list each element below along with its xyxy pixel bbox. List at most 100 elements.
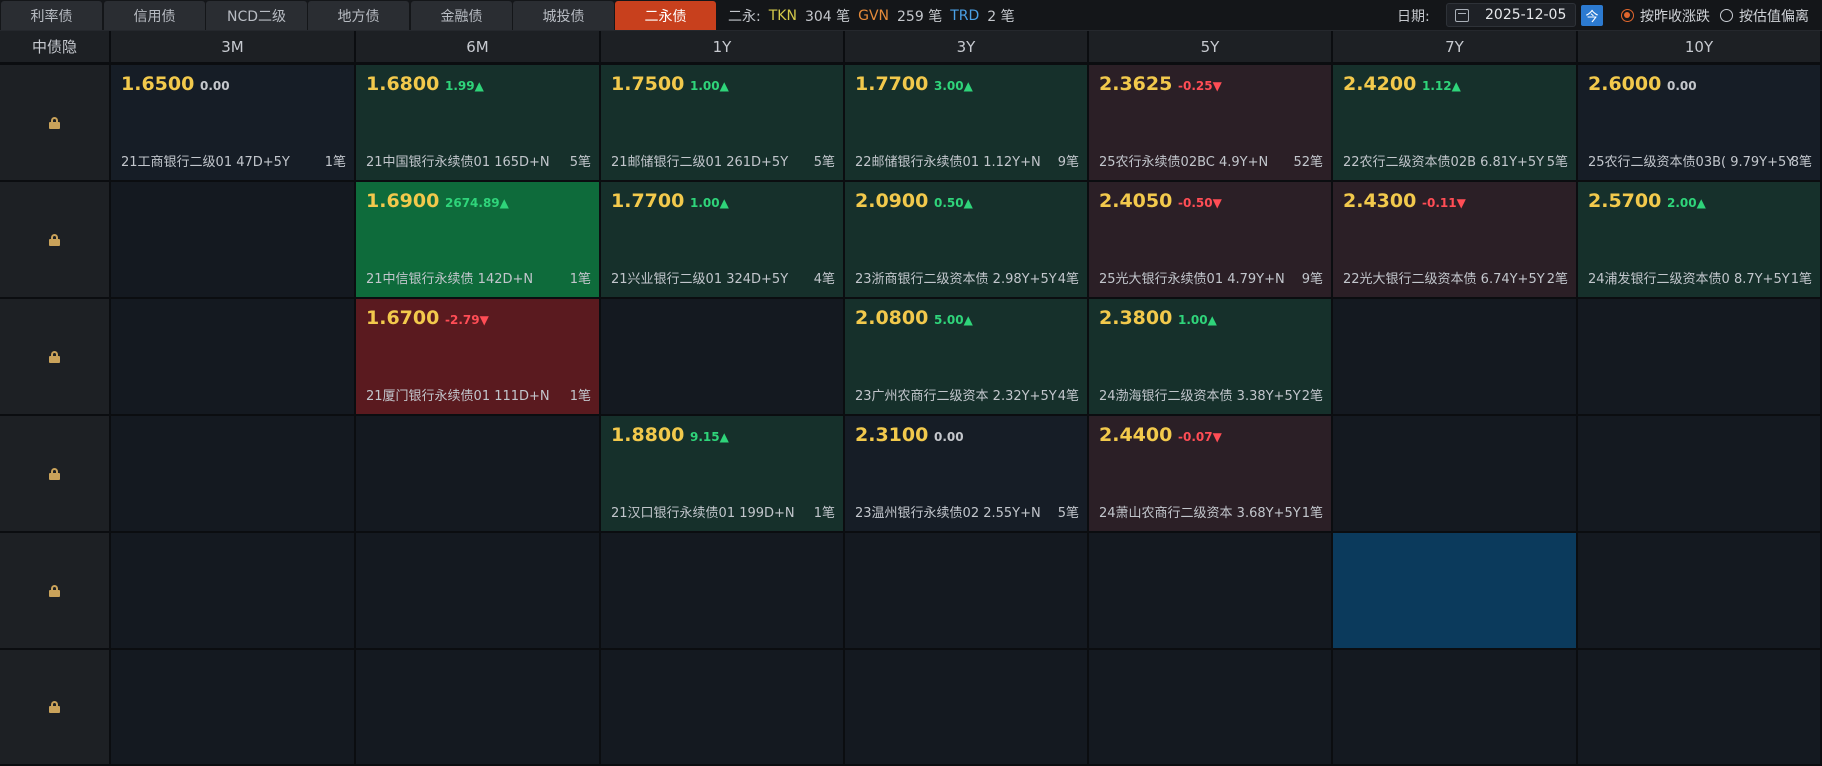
empty-cell[interactable]: [1089, 533, 1333, 650]
change-value: 9.15▲: [690, 430, 729, 444]
quote-cell[interactable]: 2.0800 5.00▲ 23广州农商行二级资本 2.32Y+5Y 4笔: [845, 299, 1089, 416]
quote-cell[interactable]: 1.6900 2674.89▲ 21中信银行永续债 142D+N 1笔: [356, 182, 601, 299]
trade-count: 2笔: [1546, 272, 1568, 287]
row-lock-cell[interactable]: [0, 650, 111, 766]
empty-cell[interactable]: [601, 650, 845, 766]
trade-count: 5笔: [1057, 506, 1079, 521]
row-lock-cell[interactable]: [0, 65, 111, 182]
quote-cell[interactable]: 1.6800 1.99▲ 21中国银行永续债01 165D+N 5笔: [356, 65, 601, 182]
empty-cell[interactable]: [111, 416, 356, 533]
quote-cell[interactable]: 1.6700 -2.79▼ 21厦门银行永续债01 111D+N 1笔: [356, 299, 601, 416]
column-header-3Y[interactable]: 3Y: [845, 31, 1089, 64]
row-lock-cell[interactable]: [0, 299, 111, 416]
empty-cell[interactable]: [111, 650, 356, 766]
radio-change-vs-prev-close[interactable]: 按昨收涨跌: [1621, 0, 1710, 31]
quote-cell[interactable]: 1.7700 3.00▲ 22邮储银行永续债01 1.12Y+N 9笔: [845, 65, 1089, 182]
trd-count: 2 笔: [987, 8, 1015, 25]
tab-3[interactable]: 地方债: [308, 1, 409, 30]
quote-cell[interactable]: 2.4300 -0.11▼ 22光大银行二级资本债 6.74Y+5Y 2笔: [1333, 182, 1578, 299]
trade-count: 1笔: [1790, 272, 1812, 287]
yield-value: 2.5700: [1588, 190, 1662, 212]
quote-cell[interactable]: 2.4200 1.12▲ 22农行二级资本债02B 6.81Y+5Y 5笔: [1333, 65, 1578, 182]
change-value: -0.07▼: [1178, 430, 1222, 444]
tkn-label: TKN: [768, 7, 797, 24]
trade-count: 9笔: [1301, 272, 1323, 287]
change-value: 1.00▲: [1178, 313, 1217, 327]
tab-4[interactable]: 金融债: [411, 1, 512, 30]
change-value: 0.00: [1667, 79, 1697, 93]
bond-name: 21邮储银行二级01 261D+5Y: [611, 155, 789, 170]
trd-label: TRD: [950, 7, 980, 24]
quote-cell[interactable]: 1.6500 0.00 21工商银行二级01 47D+5Y 1笔: [111, 65, 356, 182]
row-lock-cell[interactable]: [0, 416, 111, 533]
empty-cell[interactable]: [1333, 650, 1578, 766]
yield-value: 1.6800: [366, 73, 440, 95]
empty-cell[interactable]: [1578, 416, 1822, 533]
empty-cell[interactable]: [601, 533, 845, 650]
bond-name: 22光大银行二级资本债 6.74Y+5Y: [1343, 272, 1545, 287]
quote-cell[interactable]: 2.6000 0.00 25农行二级资本债03B( 9.79Y+5Y 8笔: [1578, 65, 1822, 182]
tab-5[interactable]: 城投债: [513, 1, 614, 30]
bond-name: 24渤海银行二级资本债 3.38Y+5Y: [1099, 389, 1301, 404]
yield-value: 1.6900: [366, 190, 440, 212]
trade-count: 1笔: [569, 389, 591, 404]
empty-cell[interactable]: [111, 533, 356, 650]
quote-cell[interactable]: 1.7500 1.00▲ 21邮储银行二级01 261D+5Y 5笔: [601, 65, 845, 182]
column-header-6M[interactable]: 6M: [356, 31, 601, 64]
empty-cell[interactable]: [1578, 650, 1822, 766]
tkn-count: 304 笔: [804, 8, 851, 25]
quote-cell[interactable]: 1.8800 9.15▲ 21汉口银行永续债01 199D+N 1笔: [601, 416, 845, 533]
summary-prefix: 二永:: [728, 8, 761, 25]
row-lock-cell[interactable]: [0, 182, 111, 299]
bond-name: 21中国银行永续债01 165D+N: [366, 155, 550, 170]
column-header-7Y[interactable]: 7Y: [1333, 31, 1578, 64]
column-header-5Y[interactable]: 5Y: [1089, 31, 1333, 64]
bond-name: 21工商银行二级01 47D+5Y: [121, 155, 290, 170]
tab-2[interactable]: NCD二级: [206, 1, 307, 30]
yield-matrix: 中债隐 3M 6M 1Y 3Y 5Y 7Y 10Y 1.6500 0.00 21工商银行二级01 4…: [0, 31, 1822, 766]
today-button[interactable]: 今: [1581, 5, 1603, 26]
empty-cell[interactable]: [1578, 533, 1822, 650]
quote-cell[interactable]: 2.4400 -0.07▼ 24萧山农商行二级资本 3.68Y+5Y 1笔: [1089, 416, 1333, 533]
empty-cell[interactable]: [111, 182, 356, 299]
yield-value: 2.0800: [855, 307, 929, 329]
bond-name: 25农行二级资本债03B( 9.79Y+5Y: [1588, 155, 1795, 170]
empty-cell[interactable]: [1333, 299, 1578, 416]
bond-name: 25农行永续债02BC 4.9Y+N: [1099, 155, 1269, 170]
empty-cell[interactable]: [1089, 650, 1333, 766]
column-header-10Y[interactable]: 10Y: [1578, 31, 1822, 64]
empty-cell[interactable]: [356, 650, 601, 766]
quote-cell[interactable]: 2.3625 -0.25▼ 25农行永续债02BC 4.9Y+N 52笔: [1089, 65, 1333, 182]
gvn-label: GVN: [858, 7, 890, 24]
quote-cell[interactable]: 1.7700 1.00▲ 21兴业银行二级01 324D+5Y 4笔: [601, 182, 845, 299]
lock-icon: [49, 701, 60, 713]
column-header-1Y[interactable]: 1Y: [601, 31, 845, 64]
tab-0[interactable]: 利率债: [1, 1, 102, 30]
row-lock-cell[interactable]: [0, 533, 111, 650]
selected-empty-cell[interactable]: [1333, 533, 1578, 650]
radio-deviation-vs-valuation[interactable]: 按估值偏离: [1720, 0, 1809, 31]
empty-cell[interactable]: [111, 299, 356, 416]
empty-cell[interactable]: [845, 650, 1089, 766]
quote-cell[interactable]: 2.3100 0.00 23温州银行永续债02 2.55Y+N 5笔: [845, 416, 1089, 533]
empty-cell[interactable]: [1333, 416, 1578, 533]
yield-value: 1.6700: [366, 307, 440, 329]
empty-cell[interactable]: [1578, 299, 1822, 416]
empty-cell[interactable]: [356, 416, 601, 533]
yield-value: 2.3800: [1099, 307, 1173, 329]
empty-cell[interactable]: [356, 533, 601, 650]
column-header-3M[interactable]: 3M: [111, 31, 356, 64]
quote-cell[interactable]: 2.0900 0.50▲ 23浙商银行二级资本债 2.98Y+5Y 4笔: [845, 182, 1089, 299]
quote-cell[interactable]: 2.4050 -0.50▼ 25光大银行永续债01 4.79Y+N 9笔: [1089, 182, 1333, 299]
bond-name: 22邮储银行永续债01 1.12Y+N: [855, 155, 1041, 170]
yield-value: 2.3100: [855, 424, 929, 446]
quote-cell[interactable]: 2.5700 2.00▲ 24浦发银行二级资本债0 8.7Y+5Y 1笔: [1578, 182, 1822, 299]
quote-cell[interactable]: 2.3800 1.00▲ 24渤海银行二级资本债 3.38Y+5Y 2笔: [1089, 299, 1333, 416]
date-picker[interactable]: 2025-12-05: [1446, 3, 1576, 27]
tab-6[interactable]: 二永债: [615, 1, 716, 30]
tab-1[interactable]: 信用债: [104, 1, 205, 30]
empty-cell[interactable]: [601, 299, 845, 416]
trade-count: 2笔: [1301, 389, 1323, 404]
trade-count: 4笔: [813, 272, 835, 287]
empty-cell[interactable]: [845, 533, 1089, 650]
